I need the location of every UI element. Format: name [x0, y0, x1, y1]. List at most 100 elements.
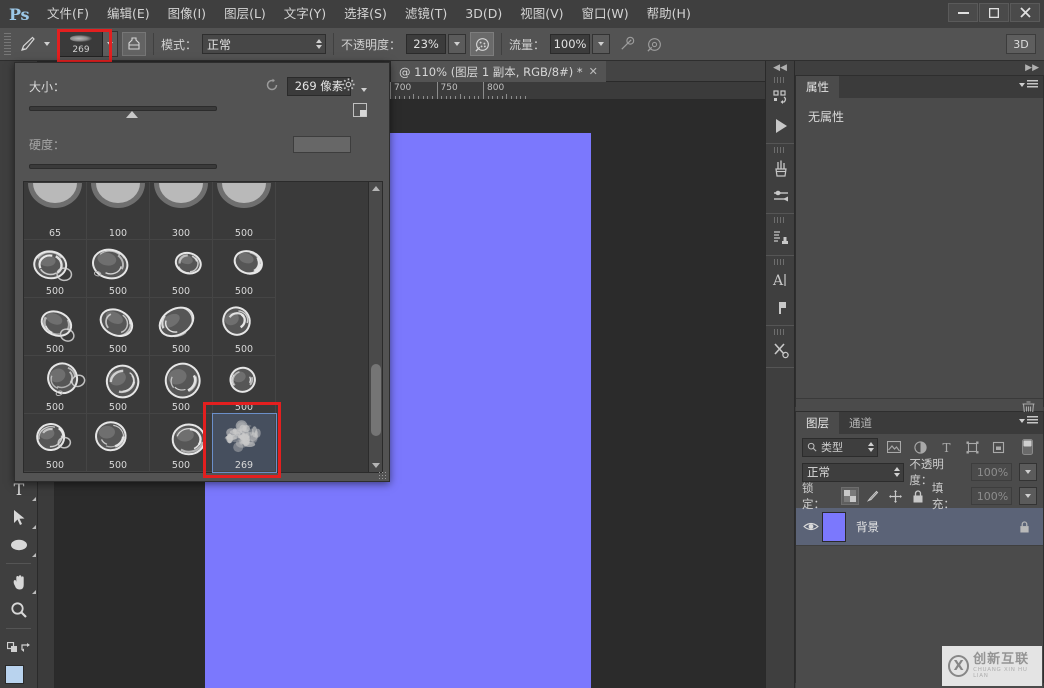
menu-image[interactable]: 图像(I)	[159, 0, 215, 28]
menu-select[interactable]: 选择(S)	[335, 0, 396, 28]
brush-preset-dropdown-arrow[interactable]	[103, 31, 118, 57]
tab-channels[interactable]: 通道	[839, 412, 882, 434]
history-icon[interactable]	[766, 84, 796, 112]
ellipse-tool[interactable]	[0, 531, 38, 559]
brush-preset-cell[interactable]: 500	[213, 298, 276, 356]
gear-icon[interactable]	[341, 77, 367, 95]
brushes-icon[interactable]	[766, 154, 796, 182]
dock-group-grip-4[interactable]	[774, 259, 786, 265]
properties-panel-menu-icon[interactable]	[1019, 80, 1038, 89]
maximize-button[interactable]	[979, 3, 1009, 22]
foreground-color-swatch[interactable]	[5, 665, 24, 684]
options-bar-grip[interactable]	[4, 33, 11, 55]
flow-dropdown[interactable]	[592, 34, 611, 54]
lock-transparent-pixels-icon[interactable]	[840, 487, 859, 505]
tab-properties[interactable]: 属性	[796, 76, 839, 98]
brush-preset-cell[interactable]: 100	[87, 182, 150, 240]
layer-name[interactable]: 背景	[846, 519, 1015, 535]
close-button[interactable]	[1010, 3, 1040, 22]
popup-resize-grip[interactable]	[378, 471, 386, 479]
brush-preset-cell[interactable]: 300	[150, 182, 213, 240]
blend-mode-select[interactable]: 正常	[202, 34, 327, 54]
brush-size-slider-thumb[interactable]	[126, 111, 138, 118]
brush-preset-cell[interactable]: 500	[24, 414, 87, 472]
table-row[interactable]: 背景	[796, 508, 1043, 546]
filter-smart-object-icon[interactable]	[988, 437, 1008, 457]
minimize-button[interactable]	[948, 3, 978, 22]
filter-type-icon[interactable]: T	[936, 437, 956, 457]
reset-size-icon[interactable]	[265, 78, 279, 95]
menu-file[interactable]: 文件(F)	[38, 0, 98, 28]
opacity-input[interactable]: 23%	[406, 34, 447, 54]
character-icon[interactable]: A	[766, 266, 796, 294]
airbrush-icon[interactable]	[614, 32, 638, 56]
brush-preset-cell[interactable]: 500	[87, 240, 150, 298]
dock-group-grip-5[interactable]	[774, 329, 786, 335]
path-selection-tool[interactable]	[0, 503, 38, 531]
layer-thumbnail[interactable]	[822, 511, 846, 542]
brush-preset-cell[interactable]: 500	[150, 298, 213, 356]
tool-presets-icon[interactable]	[766, 336, 796, 364]
smoothing-icon[interactable]	[642, 32, 666, 56]
brush-preset-preview[interactable]: 269	[59, 31, 103, 57]
brush-preset-grid[interactable]: 65 100 300 500 500 500 500 500 500 500 500 500 500 50…	[24, 182, 292, 473]
flow-input[interactable]: 100%	[550, 34, 591, 54]
brush-grid-scrollbar[interactable]	[368, 182, 382, 472]
brush-preset-cell[interactable]: 500	[87, 414, 150, 472]
eye-icon[interactable]	[800, 521, 822, 532]
filter-shape-icon[interactable]	[962, 437, 982, 457]
menu-filter[interactable]: 滤镜(T)	[396, 0, 456, 28]
paragraph-icon[interactable]	[766, 294, 796, 322]
scroll-up-icon[interactable]	[372, 186, 380, 191]
brush-size-slider[interactable]	[29, 106, 217, 118]
brush-panel-toggle-icon[interactable]	[122, 32, 146, 56]
layers-panel-menu-icon[interactable]	[1019, 416, 1038, 425]
menu-type[interactable]: 文字(Y)	[275, 0, 335, 28]
brush-preset-cell[interactable]: 500	[87, 298, 150, 356]
document-tab-close-icon[interactable]: ✕	[589, 65, 598, 78]
layer-list[interactable]: 背景	[796, 508, 1043, 640]
brush-preset-cell[interactable]: 500	[24, 298, 87, 356]
scrollbar-thumb[interactable]	[371, 364, 381, 436]
filter-toggle-switch[interactable]	[1017, 437, 1037, 457]
default-colors-swap[interactable]	[0, 633, 38, 661]
menu-help[interactable]: 帮助(H)	[638, 0, 700, 28]
brush-tool-dropdown[interactable]	[41, 42, 53, 46]
brush-preset-cell[interactable]: 500	[150, 414, 213, 472]
opacity-dropdown[interactable]	[448, 34, 467, 54]
new-brush-preset-icon[interactable]	[353, 103, 367, 120]
dock-group-grip-2[interactable]	[774, 147, 786, 153]
brush-preset-cell[interactable]: 500	[213, 240, 276, 298]
button-3d[interactable]: 3D	[1006, 34, 1036, 54]
hand-tool[interactable]	[0, 568, 38, 596]
dock-group-grip-1[interactable]	[774, 77, 786, 83]
brush-preset-cell[interactable]: 500	[213, 356, 276, 414]
brush-preset-cell[interactable]: 500	[87, 356, 150, 414]
brush-preset-cell[interactable]: 500	[24, 240, 87, 298]
lock-all-icon[interactable]	[909, 487, 927, 505]
dock-group-grip-3[interactable]	[774, 217, 786, 223]
play-actions-icon[interactable]	[766, 112, 796, 140]
filter-adjustment-icon[interactable]	[910, 437, 930, 457]
layer-blend-mode-select[interactable]: 正常	[802, 462, 905, 482]
menu-view[interactable]: 视图(V)	[511, 0, 572, 28]
filter-pixel-icon[interactable]	[884, 437, 904, 457]
pressure-opacity-icon[interactable]	[470, 32, 495, 56]
brush-preset-cell[interactable]: 269	[212, 413, 277, 473]
brush-preset-cell[interactable]: 500	[24, 356, 87, 414]
brush-preset-cell[interactable]: 500	[150, 240, 213, 298]
layer-opacity-value[interactable]: 100%	[970, 463, 1013, 481]
zoom-tool[interactable]	[0, 596, 38, 624]
panel-collapse-icon[interactable]: ▶▶	[795, 61, 1044, 75]
layer-opacity-dropdown[interactable]	[1019, 463, 1037, 481]
color-swatches[interactable]	[0, 661, 38, 688]
brush-preset-cell[interactable]: 500	[213, 182, 276, 240]
lock-image-pixels-icon[interactable]	[864, 487, 882, 505]
menu-edit[interactable]: 编辑(E)	[98, 0, 159, 28]
menu-3d[interactable]: 3D(D)	[456, 0, 511, 28]
document-tab[interactable]: @ 110% (图层 1 副本, RGB/8#) * ✕	[391, 61, 606, 82]
lock-position-icon[interactable]	[886, 487, 904, 505]
layer-filter-type-select[interactable]: 类型	[802, 437, 878, 457]
brush-tool-icon[interactable]	[15, 32, 41, 56]
layer-fill-value[interactable]: 100%	[970, 487, 1013, 505]
